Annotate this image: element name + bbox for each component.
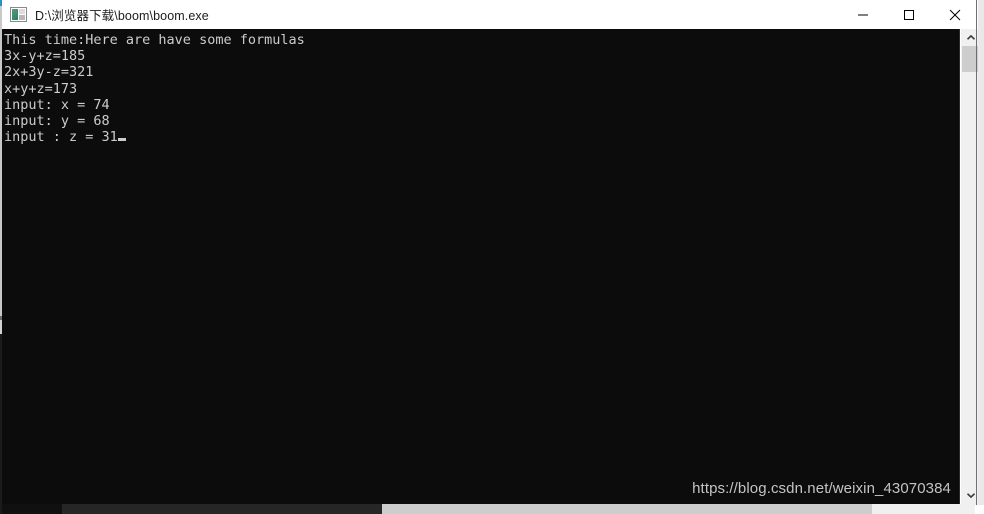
- console-line: x+y+z=173: [4, 80, 78, 97]
- window-controls: [840, 0, 978, 29]
- close-icon: [949, 9, 961, 20]
- console-line: 3x-y+z=185: [4, 48, 86, 65]
- console-text-block: This time:Here are have some formulas 3x…: [4, 32, 305, 145]
- console-line: This time:Here are have some formulas: [4, 32, 305, 48]
- horizontal-scroll-thumb[interactable]: [382, 504, 872, 514]
- window-right-border: [976, 0, 977, 510]
- console-line: input: x = 74: [4, 96, 110, 113]
- console-line: input: y = 68: [4, 113, 110, 130]
- minimize-icon: [858, 14, 868, 15]
- screen-root: D:\浏览器下载\boom\boom.exe This time:Here ar…: [0, 0, 984, 514]
- console-line: input : z = 31: [4, 129, 118, 146]
- maximize-button[interactable]: [886, 0, 932, 29]
- chevron-up-icon: [966, 35, 975, 40]
- chevron-down-icon: [966, 493, 975, 498]
- console-window: D:\浏览器下载\boom\boom.exe This time:Here ar…: [2, 0, 979, 514]
- minimize-button[interactable]: [840, 0, 886, 29]
- maximize-icon: [904, 9, 914, 20]
- window-bottom-edge-left: [2, 504, 62, 514]
- window-title: D:\浏览器下载\boom\boom.exe: [35, 9, 209, 23]
- console-app-icon: [10, 7, 27, 22]
- close-button[interactable]: [932, 0, 978, 29]
- horizontal-scrollbar[interactable]: [382, 504, 978, 514]
- console-line: 2x+3y-z=321: [4, 64, 94, 81]
- console-output-area[interactable]: This time:Here are have some formulas 3x…: [2, 29, 960, 504]
- text-cursor: [117, 138, 126, 142]
- watermark-url: https://blog.csdn.net/weixin_43070384: [692, 480, 951, 497]
- desktop-right-margin: [978, 0, 984, 514]
- bottom-right-corner: [975, 505, 984, 514]
- title-bar[interactable]: D:\浏览器下载\boom\boom.exe: [2, 0, 978, 29]
